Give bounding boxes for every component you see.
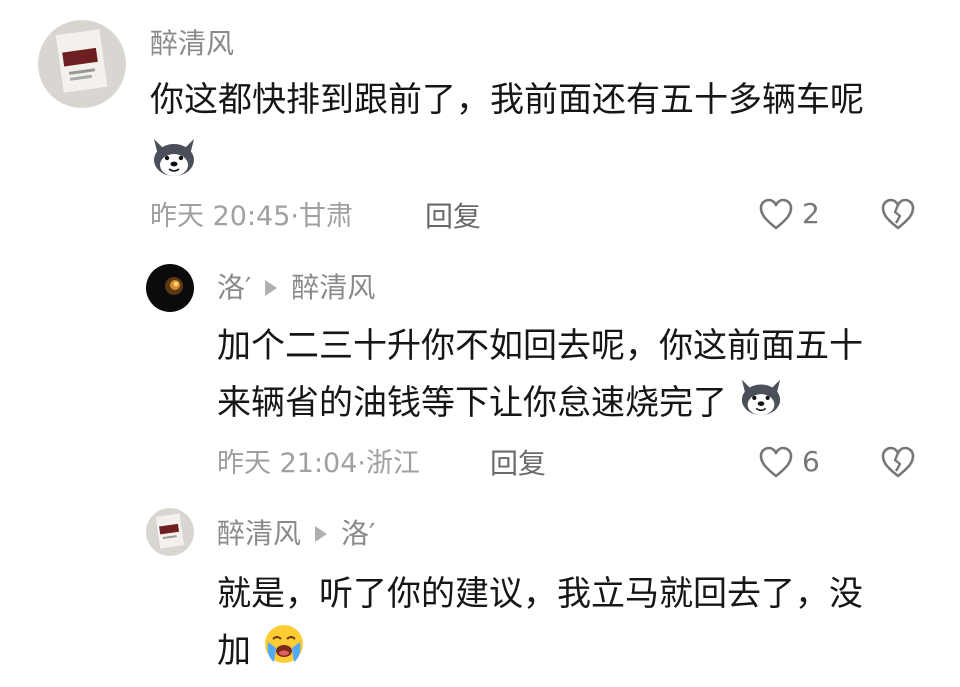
comment-meta: 昨天 21:04·浙江 — [217, 450, 420, 477]
timestamp: 昨天 21:04· — [217, 448, 366, 479]
reply-target[interactable]: 洛′ — [341, 517, 375, 550]
reply-target[interactable]: 醉清风 — [291, 271, 375, 304]
location: 浙江 — [365, 448, 420, 479]
like-count: 6 — [802, 445, 820, 478]
husky-emoji — [150, 133, 198, 183]
reply-arrow-icon — [265, 280, 278, 296]
comment-text: 加个二三十升你不如回去呢，你这前面五十 来辆省的油钱等下让你怠速烧完了 — [217, 318, 863, 435]
like-button[interactable]: 2 — [758, 197, 820, 231]
broken-heart-icon — [881, 446, 915, 478]
avatar[interactable] — [146, 264, 194, 312]
comment-text: 就是，听了你的建议，我立马就回去了，没 加 — [217, 566, 863, 683]
husky-emoji — [738, 374, 784, 435]
reply-header: 醉清风 洛′ — [217, 520, 375, 548]
like-count: 2 — [802, 197, 820, 230]
avatar[interactable] — [38, 20, 126, 108]
reply-button[interactable]: 回复 — [490, 450, 546, 478]
like-button[interactable]: 6 — [758, 445, 820, 479]
username[interactable]: 醉清风 — [217, 517, 301, 550]
username[interactable]: 醉清风 — [150, 30, 234, 58]
reply-header: 洛′ 醉清风 — [217, 274, 375, 302]
username[interactable]: 洛′ — [217, 271, 251, 304]
comment-text: 你这都快排到跟前了，我前面还有五十多辆车呢 — [150, 80, 864, 120]
avatar[interactable] — [146, 508, 194, 556]
heart-icon — [759, 198, 793, 230]
reply-arrow-icon — [315, 526, 328, 542]
reply-button[interactable]: 回复 — [425, 203, 481, 231]
heart-icon — [759, 446, 793, 478]
location: 甘肃 — [298, 201, 353, 232]
dislike-button[interactable] — [880, 445, 916, 483]
crying-face-emoji — [262, 622, 306, 683]
dislike-button[interactable] — [880, 197, 916, 235]
broken-heart-icon — [881, 198, 915, 230]
comment-meta: 昨天 20:45·甘肃 — [150, 203, 353, 230]
timestamp: 昨天 20:45· — [150, 201, 299, 232]
